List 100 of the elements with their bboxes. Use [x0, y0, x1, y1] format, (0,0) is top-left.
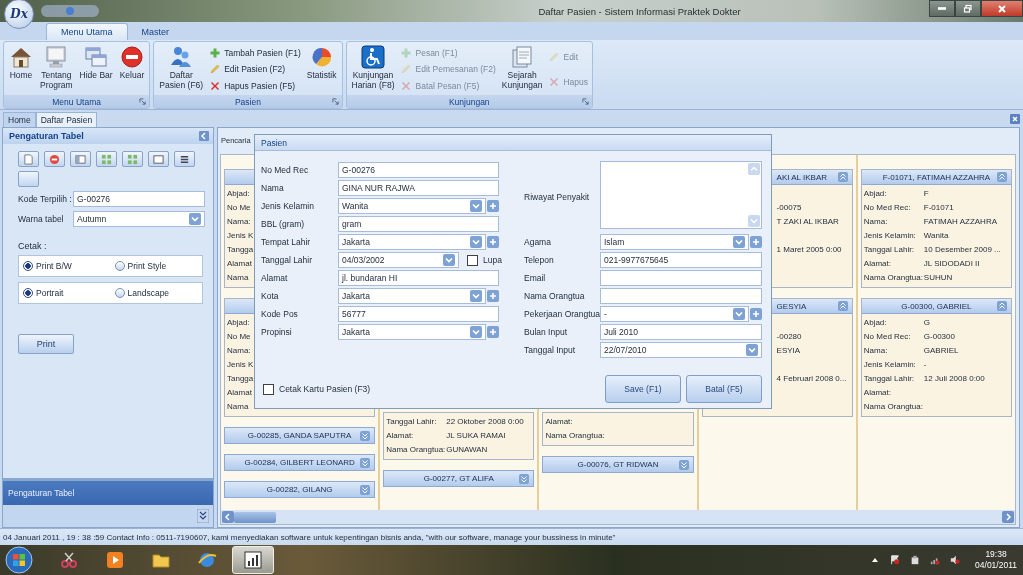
- add-button[interactable]: [750, 308, 762, 320]
- dialog-button[interactable]: Batal (F5): [686, 375, 762, 403]
- card-header[interactable]: G-00076, GT RIDWAN: [542, 456, 694, 473]
- signal-icon[interactable]: [930, 555, 941, 565]
- ribbon-button[interactable]: Daftar Pasien (F6): [156, 44, 207, 95]
- card-header[interactable]: G-00285, GANDA SAPUTRA: [224, 427, 376, 444]
- start-button[interactable]: [4, 545, 34, 575]
- ribbon-button[interactable]: Hapus Pasien (F5): [209, 78, 301, 94]
- dropdown-arrow-icon[interactable]: [746, 344, 758, 356]
- launcher-icon[interactable]: [331, 98, 339, 105]
- ribbon-button[interactable]: Tentang Program: [37, 44, 76, 95]
- text-field[interactable]: G-00276: [338, 162, 499, 178]
- ribbon-button[interactable]: Keluar: [116, 44, 148, 95]
- chevron-up-icon[interactable]: [837, 172, 848, 182]
- dropdown-field[interactable]: Islam: [600, 234, 749, 250]
- clock[interactable]: 19:38 04/01/2011: [975, 549, 1017, 571]
- dropdown-arrow-icon[interactable]: [189, 213, 201, 225]
- checkbox[interactable]: Cetak Kartu Pasien (F3): [263, 383, 371, 395]
- radio-button[interactable]: Landscape: [110, 288, 202, 298]
- dropdown-field[interactable]: Wanita: [338, 198, 486, 214]
- text-field[interactable]: [600, 288, 762, 304]
- dropdown-arrow-icon[interactable]: [470, 326, 482, 338]
- text-field[interactable]: 56777: [338, 306, 499, 322]
- text-field[interactable]: jl. bundaran HI: [338, 270, 499, 286]
- chevron-down-icon[interactable]: [360, 485, 371, 495]
- radio-button[interactable]: Portrait: [19, 288, 111, 298]
- maximize-button[interactable]: [955, 0, 981, 17]
- card-header[interactable]: G-00282, GILANG: [224, 481, 376, 498]
- add-button[interactable]: [487, 200, 499, 212]
- launcher-icon[interactable]: [139, 98, 147, 105]
- dropdown-field[interactable]: Jakarta: [338, 324, 486, 340]
- dropdown-arrow-icon[interactable]: [733, 236, 745, 248]
- chevron-icon[interactable]: [197, 509, 209, 523]
- ribbon-tab[interactable]: Master: [127, 23, 184, 40]
- ribbon-tab[interactable]: Menu Utama: [46, 23, 128, 40]
- scroll-left-button[interactable]: [222, 511, 234, 523]
- text-field[interactable]: G-00276: [73, 191, 205, 207]
- ribbon-button[interactable]: Sejarah Kunjungan: [498, 44, 546, 95]
- ribbon-button[interactable]: Kunjungan Harian (F8): [348, 44, 398, 95]
- document-tab[interactable]: Home: [3, 112, 36, 127]
- text-area[interactable]: [600, 161, 762, 229]
- chevron-up-icon[interactable]: [997, 172, 1007, 182]
- card-header[interactable]: F-01071, FATIMAH AZZAHRA: [861, 170, 1011, 185]
- dropdown-arrow-icon[interactable]: [733, 308, 745, 320]
- ribbon-button[interactable]: Tambah Pasien (F1): [209, 45, 301, 61]
- ribbon-button[interactable]: Home: [6, 44, 36, 95]
- add-button[interactable]: [487, 326, 499, 338]
- close-icon[interactable]: [1010, 114, 1020, 124]
- quick-access-icon[interactable]: [40, 4, 100, 18]
- radio-button[interactable]: Print B/W: [19, 261, 111, 271]
- scrollbar-thumb[interactable]: [234, 511, 276, 523]
- taskbar-button[interactable]: [232, 546, 274, 574]
- speaker-icon[interactable]: [950, 555, 961, 565]
- scroll-right-button[interactable]: [1002, 511, 1014, 523]
- date-field[interactable]: 22/07/2010: [600, 342, 762, 358]
- add-button[interactable]: [487, 236, 499, 248]
- add-button[interactable]: [750, 236, 762, 248]
- text-field[interactable]: Juli 2010: [600, 324, 762, 340]
- scroll-up-button[interactable]: [748, 163, 760, 175]
- card-header[interactable]: G-00300, GABRIEL: [861, 299, 1011, 314]
- radio-button[interactable]: Print Style: [110, 261, 202, 271]
- dropdown-field[interactable]: Autumn: [73, 211, 205, 227]
- dropdown-field[interactable]: Jakarta: [338, 288, 486, 304]
- dropdown-arrow-icon[interactable]: [443, 254, 455, 266]
- flag-icon[interactable]: [890, 555, 901, 565]
- checkbox[interactable]: Lupa: [467, 254, 502, 266]
- chevron-down-icon[interactable]: [360, 458, 371, 468]
- card-header[interactable]: G-00284, GILBERT LEONARD: [224, 454, 376, 471]
- chevron-down-icon[interactable]: [519, 474, 530, 484]
- date-field[interactable]: 04/03/2002: [338, 252, 459, 268]
- document-tab[interactable]: Daftar Pasien: [35, 112, 98, 127]
- add-button[interactable]: [487, 290, 499, 302]
- text-field[interactable]: gram: [338, 216, 499, 232]
- close-button[interactable]: [981, 0, 1023, 17]
- navigation-item[interactable]: Pengaturan Tabel: [3, 478, 213, 505]
- minimize-button[interactable]: [929, 0, 955, 17]
- scroll-down-button[interactable]: [748, 215, 760, 227]
- dropdown-arrow-icon[interactable]: [470, 290, 482, 302]
- chevron-up-icon[interactable]: [837, 301, 848, 311]
- chevron-down-icon[interactable]: [678, 460, 689, 470]
- dropdown-arrow-icon[interactable]: [470, 236, 482, 248]
- card-header[interactable]: G-00277, GT ALIFA: [383, 470, 535, 487]
- toolbar-button[interactable]: [44, 151, 65, 167]
- launcher-icon[interactable]: [582, 98, 590, 105]
- toolbar-button[interactable]: [174, 151, 195, 167]
- ribbon-button[interactable]: Statistik: [303, 44, 340, 95]
- dropdown-field[interactable]: Jakarta: [338, 234, 486, 250]
- dropdown-arrow-icon[interactable]: [470, 200, 482, 212]
- text-field[interactable]: 021-9977675645: [600, 252, 762, 268]
- text-field[interactable]: GINA NUR RAJWA: [338, 180, 499, 196]
- ribbon-button[interactable]: Hide Bar: [76, 44, 116, 95]
- ribbon-button[interactable]: Edit Pasien (F2): [209, 62, 301, 77]
- dropdown-field[interactable]: -: [600, 306, 749, 322]
- text-field[interactable]: [600, 270, 762, 286]
- chevron-down-icon[interactable]: [360, 431, 371, 441]
- print-button[interactable]: Print: [18, 334, 74, 354]
- chevron-up-icon[interactable]: [997, 301, 1007, 311]
- power-icon[interactable]: [910, 555, 921, 565]
- collapse-icon[interactable]: [199, 131, 209, 141]
- dialog-button[interactable]: Save (F1): [605, 375, 681, 403]
